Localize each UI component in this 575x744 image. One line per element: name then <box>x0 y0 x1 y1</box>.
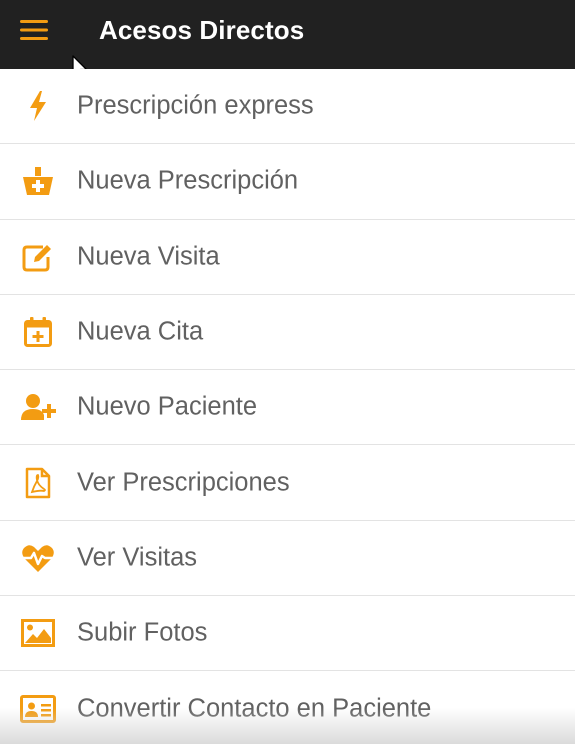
heartbeat-icon <box>20 540 56 576</box>
shortcut-new-patient[interactable]: Nuevo Paciente <box>0 370 575 446</box>
shortcut-convert-contact[interactable]: Convertir Contacto en Paciente <box>0 671 575 744</box>
shortcut-label: Nueva Cita <box>77 317 204 346</box>
shortcut-label: Ver Prescripciones <box>77 468 290 497</box>
shortcut-label: Convertir Contacto en Paciente <box>77 694 432 723</box>
shortcut-new-prescription[interactable]: Nueva Prescripción <box>0 144 575 220</box>
calendar-plus-icon <box>20 314 56 350</box>
shortcut-new-visit[interactable]: Nueva Visita <box>0 219 575 295</box>
pdf-document-icon <box>20 465 56 501</box>
shortcut-list: Prescripción express Nueva Prescripción … <box>0 69 575 744</box>
lightning-bolt-icon <box>20 88 56 124</box>
shortcut-new-appointment[interactable]: Nueva Cita <box>0 294 575 371</box>
shortcut-label: Nueva Prescripción <box>77 166 299 195</box>
app-toolbar: Acesos Directos <box>0 0 575 69</box>
image-icon <box>20 615 56 651</box>
add-user-icon <box>20 389 56 425</box>
page-title: Acesos Directos <box>99 15 305 45</box>
shortcut-label: Ver Visitas <box>77 543 198 572</box>
shortcut-label: Nuevo Paciente <box>77 392 258 421</box>
medical-basket-icon <box>20 163 56 199</box>
shortcut-view-visits[interactable]: Ver Visitas <box>0 520 575 597</box>
shortcut-upload-photos[interactable]: Subir Fotos <box>0 596 575 672</box>
shortcut-label: Nueva Visita <box>77 242 220 271</box>
edit-note-icon <box>20 239 56 275</box>
shortcut-label: Prescripción express <box>77 91 314 120</box>
shortcut-label: Subir Fotos <box>77 618 208 647</box>
shortcut-view-prescriptions[interactable]: Ver Prescripciones <box>0 445 575 521</box>
shortcut-express-prescription[interactable]: Prescripción express <box>0 69 575 145</box>
menu-button[interactable] <box>16 15 52 45</box>
hamburger-menu-icon <box>20 20 48 40</box>
contact-card-icon <box>20 691 56 727</box>
